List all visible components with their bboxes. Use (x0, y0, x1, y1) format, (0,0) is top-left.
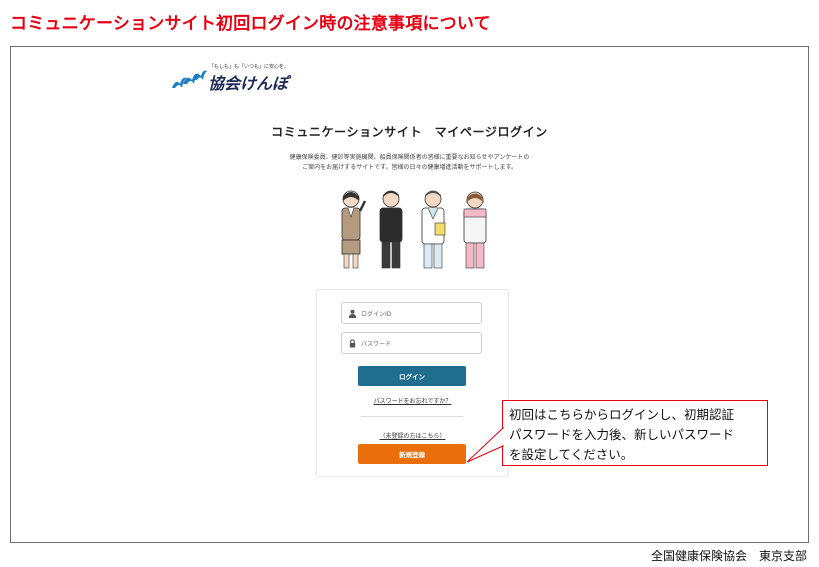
unregistered-text: （未登録の方はこちら） (379, 433, 446, 440)
footer-organization: 全国健康保険協会 東京支部 (650, 549, 807, 563)
callout-line: を設定してください。 (509, 447, 634, 462)
login-id-input[interactable]: ログインID (341, 302, 482, 324)
register-button[interactable]: 新規登録 (358, 444, 466, 464)
description-line: 健康保険委員、健診等実施機関、船員保険関係者の皆様に重要なお知らせやアンケートの (289, 154, 530, 161)
forgot-password-text: パスワードをお忘れですか？ (373, 398, 452, 405)
lock-icon (349, 338, 356, 348)
callout-line: 初回はこちらからログインし、初期認証 (509, 407, 735, 422)
password-input[interactable]: パスワード (341, 332, 482, 354)
instruction-callout: 初回はこちらからログインし、初期認証 パスワードを入力後、新しいパスワード を設… (502, 400, 768, 466)
forgot-password-link[interactable]: パスワードをお忘れですか？ (317, 396, 508, 405)
description-line: ご案内をお届けするサイトです。皆様の日々の健康増進活動をサポートします。 (302, 164, 517, 171)
slide: コミュニケーションサイト初回ログイン時の注意事項について 「もしも」も「いつも」… (0, 0, 819, 567)
bird-logo-icon (172, 70, 207, 88)
callout-line: パスワードを入力後、新しいパスワード (509, 427, 735, 442)
page-heading: コミュニケーションサイト マイページログイン (271, 125, 548, 139)
login-page-screenshot: 「もしも」も「いつも」に安心を。 協会けんぽ コミュニケーションサイト マイペー… (10, 46, 809, 543)
slide-title: コミュニケーションサイト初回ログイン時の注意事項について (10, 14, 491, 34)
login-id-placeholder: ログインID (361, 310, 392, 318)
user-icon (348, 309, 357, 318)
logo-tagline: 「もしも」も「いつも」に安心を。 (209, 64, 290, 70)
site-description: 健康保険委員、健診等実施機関、船員保険関係者の皆様に重要なお知らせやアンケートの… (11, 153, 808, 173)
divider (361, 416, 463, 417)
callout-pointer (466, 426, 504, 463)
password-placeholder: パスワード (361, 340, 392, 348)
people-illustration-icon (341, 190, 487, 269)
logo-text: 協会けんぽ (208, 74, 289, 93)
site-logo[interactable]: 「もしも」も「いつも」に安心を。 協会けんぽ (171, 63, 291, 97)
login-button[interactable]: ログイン (358, 366, 466, 386)
